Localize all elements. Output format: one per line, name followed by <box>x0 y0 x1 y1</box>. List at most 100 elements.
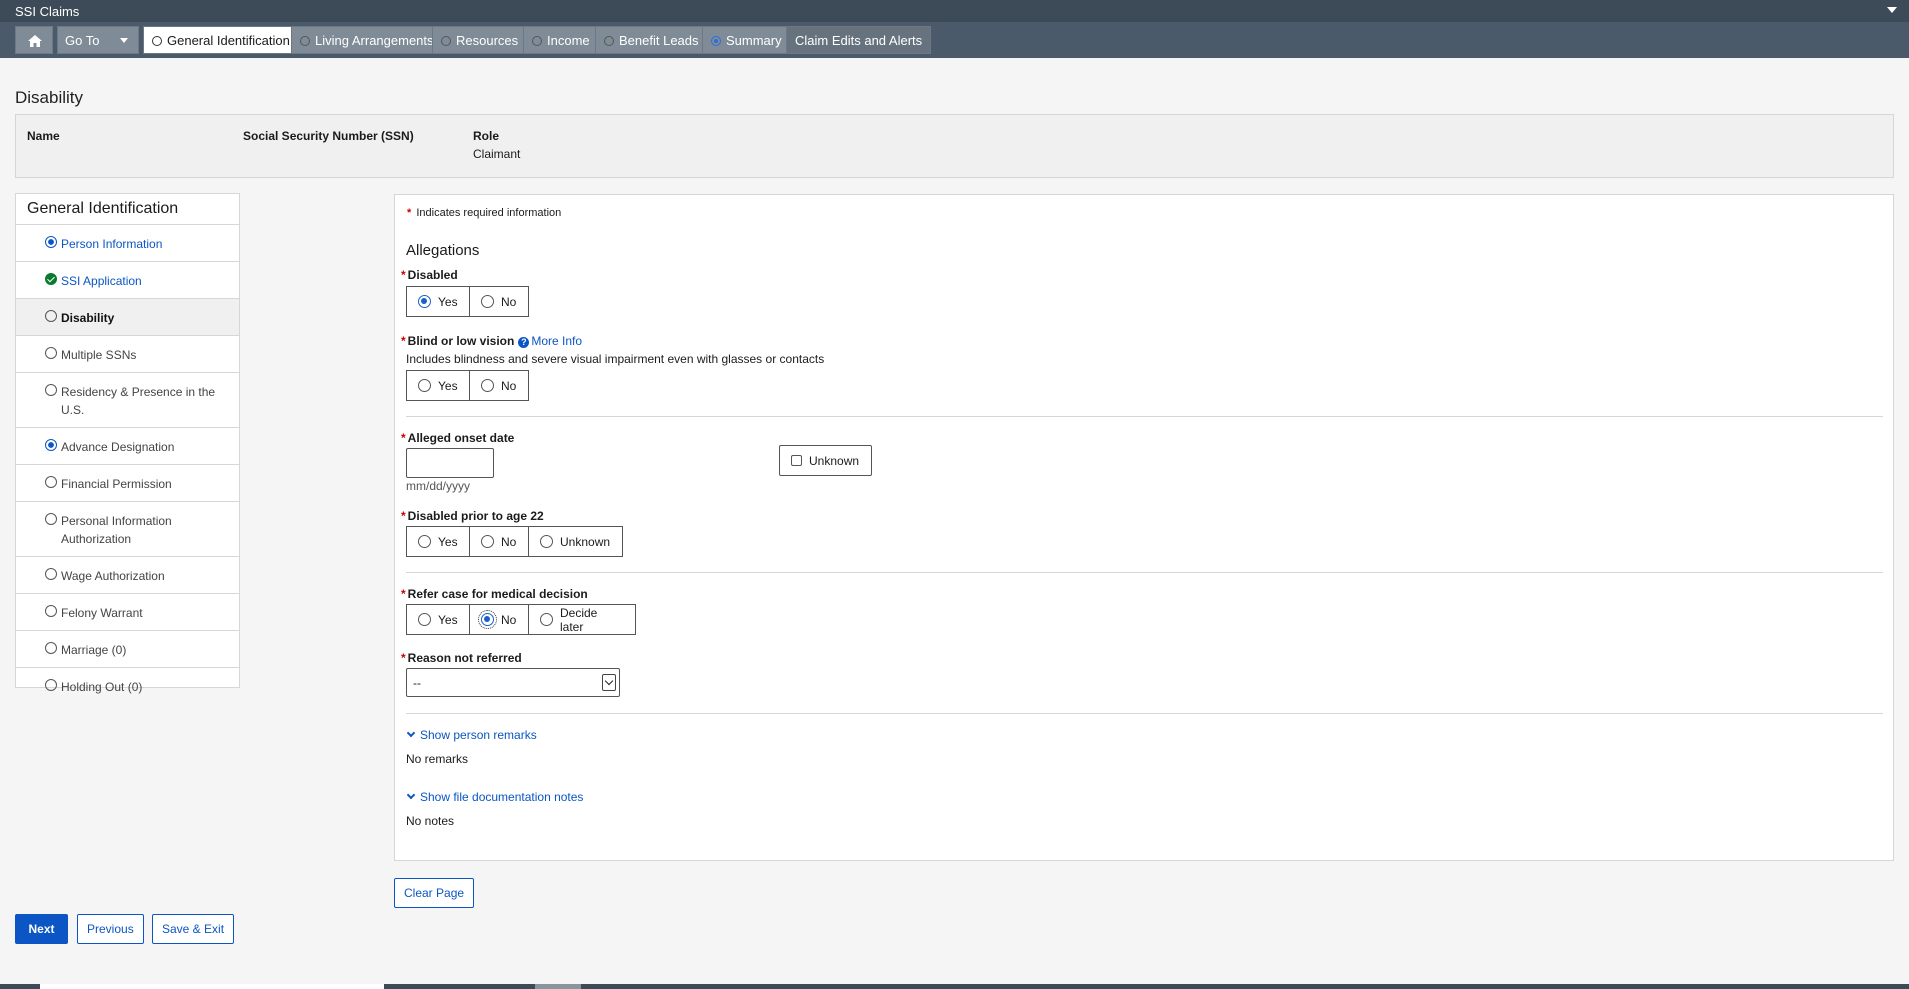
tab-label: Living Arrangements <box>315 33 434 48</box>
reason-label-text: Reason not referred <box>407 651 522 665</box>
sidebar-item-multiple-ssns[interactable]: Multiple SSNs <box>16 336 239 373</box>
radio-icon <box>418 535 431 548</box>
ssn-label: Social Security Number (SSN) <box>243 129 414 143</box>
sidebar-item-financial-permission[interactable]: Financial Permission <box>16 465 239 502</box>
refer-no-radio[interactable]: No <box>469 604 529 635</box>
tab-living-arrangements[interactable]: Living Arrangements <box>291 26 443 54</box>
sidebar-item-person-information[interactable]: Person Information <box>16 225 239 262</box>
refer-yes-radio[interactable]: Yes <box>406 604 470 635</box>
role-value: Claimant <box>473 147 521 161</box>
previous-button[interactable]: Previous <box>77 914 144 944</box>
radio-label: No <box>501 534 517 549</box>
toggle-label: Show file documentation notes <box>420 790 584 804</box>
clear-page-button[interactable]: Clear Page <box>394 878 475 908</box>
onset-label-text: Alleged onset date <box>407 431 515 445</box>
show-file-notes-toggle[interactable]: Show file documentation notes <box>406 790 583 804</box>
goto-dropdown[interactable]: Go To <box>57 26 139 54</box>
file-notes-text: No notes <box>406 814 455 828</box>
disabled-radio-group: Yes No <box>406 286 529 317</box>
radio-icon <box>540 613 553 626</box>
required-asterisk: * <box>401 431 406 445</box>
sidebar-item-label: Multiple SSNs <box>61 348 137 362</box>
required-asterisk: * <box>401 509 406 523</box>
prior-22-no-radio[interactable]: No <box>469 526 529 557</box>
blind-radio-group: Yes No <box>406 370 529 401</box>
status-ring-icon <box>711 36 721 46</box>
next-button[interactable]: Next <box>15 914 68 944</box>
required-asterisk: * <box>401 587 406 601</box>
blind-yes-radio[interactable]: Yes <box>406 370 470 401</box>
in-progress-icon <box>45 236 57 248</box>
disabled-no-radio[interactable]: No <box>469 286 529 317</box>
tab-general-identification[interactable]: General Identification <box>143 26 299 54</box>
status-segment <box>40 984 384 989</box>
sidebar-item-label: Disability <box>61 311 115 325</box>
required-asterisk: * <box>407 207 412 219</box>
tab-resources[interactable]: Resources <box>432 26 528 54</box>
status-ring-icon <box>152 36 162 46</box>
sidebar-item-marriage[interactable]: Marriage (0) <box>16 631 239 668</box>
chevron-down-icon <box>406 728 416 738</box>
disabled-yes-radio[interactable]: Yes <box>406 286 470 317</box>
radio-icon <box>418 613 431 626</box>
name-label: Name <box>27 129 60 143</box>
sidebar-item-personal-info-authorization[interactable]: Personal Information Authorization <box>16 502 239 557</box>
status-ring-icon <box>441 36 451 46</box>
check-icon <box>45 273 57 285</box>
goto-label: Go To <box>65 33 100 48</box>
in-progress-icon <box>45 439 57 451</box>
tab-income[interactable]: Income <box>523 26 599 54</box>
radio-label: No <box>501 378 517 393</box>
prior-22-unknown-radio[interactable]: Unknown <box>528 526 623 557</box>
chevron-down-icon[interactable] <box>1887 7 1897 13</box>
disabled-label: * Disabled <box>401 268 458 282</box>
prior-22-label-text: Disabled prior to age 22 <box>407 509 544 523</box>
reason-not-referred-select[interactable]: -- <box>406 668 620 697</box>
radio-icon <box>418 295 431 308</box>
tab-label: Income <box>547 33 590 48</box>
circle-icon <box>45 347 57 359</box>
onset-date-label: * Alleged onset date <box>401 431 514 445</box>
sidebar-item-label: Advance Designation <box>61 440 175 454</box>
radio-label: Yes <box>438 534 458 549</box>
save-exit-button[interactable]: Save & Exit <box>152 914 235 944</box>
tab-summary[interactable]: Summary <box>702 26 791 54</box>
radio-icon <box>418 379 431 392</box>
app-title: SSI Claims <box>15 4 80 19</box>
onset-unknown-checkbox[interactable]: Unknown <box>779 445 872 476</box>
blind-no-radio[interactable]: No <box>469 370 529 401</box>
sidebar-item-wage-authorization[interactable]: Wage Authorization <box>16 557 239 594</box>
sidebar-item-felony-warrant[interactable]: Felony Warrant <box>16 594 239 631</box>
circle-icon <box>45 513 57 525</box>
home-button[interactable] <box>15 26 53 54</box>
reason-not-referred-label: * Reason not referred <box>401 651 522 665</box>
refer-case-label: * Refer case for medical decision <box>401 587 588 601</box>
prior-22-yes-radio[interactable]: Yes <box>406 526 470 557</box>
more-info-link[interactable]: ? More Info <box>518 334 582 348</box>
radio-label: Yes <box>438 612 458 627</box>
show-person-remarks-toggle[interactable]: Show person remarks <box>406 728 537 742</box>
circle-icon <box>45 568 57 580</box>
disability-form-panel: * Indicates required information Allegat… <box>394 194 1894 861</box>
radio-icon <box>540 535 553 548</box>
select-value: -- <box>413 676 421 690</box>
sidebar-item-holding-out[interactable]: Holding Out (0) <box>16 668 239 704</box>
more-info-text: More Info <box>531 334 583 348</box>
radio-icon <box>481 535 494 548</box>
onset-date-input[interactable] <box>406 448 494 478</box>
refer-case-radio-group: Yes No Decide later <box>406 604 636 635</box>
required-note: * Indicates required information <box>407 207 561 219</box>
tab-benefit-leads[interactable]: Benefit Leads <box>595 26 708 54</box>
sidebar-item-disability[interactable]: Disability <box>16 299 239 336</box>
status-segment <box>535 984 581 989</box>
circle-icon <box>45 605 57 617</box>
checkbox-icon <box>791 455 802 466</box>
circle-icon <box>45 476 57 488</box>
blind-label-text: Blind or low vision <box>407 334 515 348</box>
tab-claim-edits-alerts[interactable]: Claim Edits and Alerts <box>786 26 932 54</box>
sidebar-item-label: Residency & Presence in the U.S. <box>61 385 216 417</box>
sidebar-item-residency[interactable]: Residency & Presence in the U.S. <box>16 373 239 428</box>
sidebar-item-advance-designation[interactable]: Advance Designation <box>16 428 239 465</box>
sidebar-item-ssi-application[interactable]: SSI Application <box>16 262 239 299</box>
refer-decide-later-radio[interactable]: Decide later <box>528 604 636 635</box>
